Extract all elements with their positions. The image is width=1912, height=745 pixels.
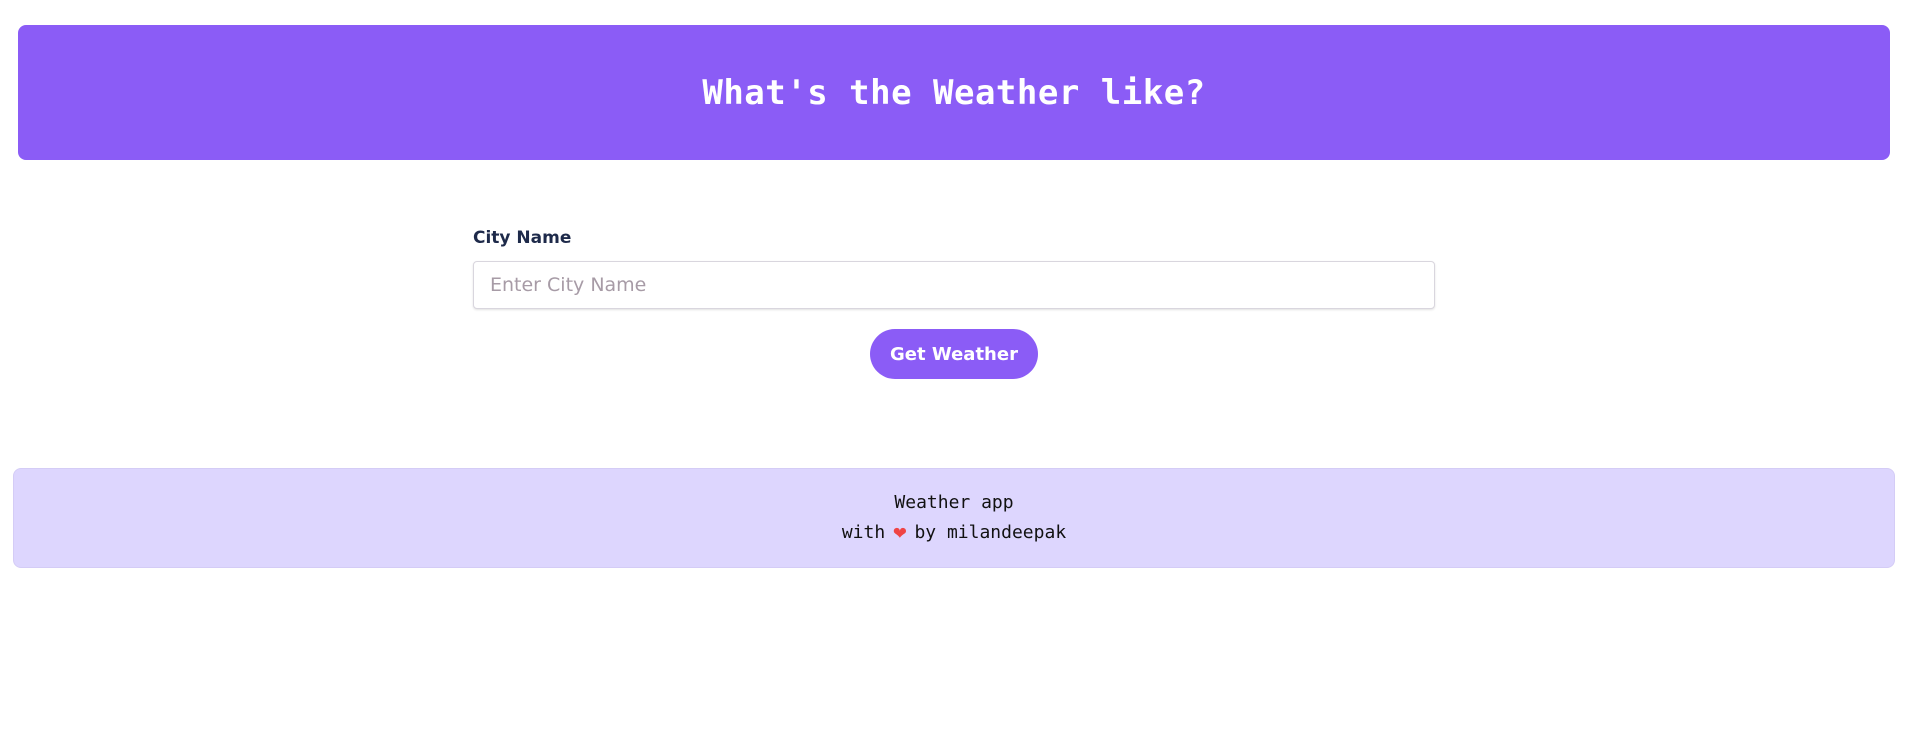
page-title: What's the Weather like? [702, 72, 1206, 113]
footer-app-name: Weather app [894, 492, 1014, 513]
button-row: Get Weather [473, 329, 1435, 379]
get-weather-button[interactable]: Get Weather [870, 329, 1038, 379]
city-name-input[interactable] [473, 261, 1435, 309]
footer-credit: with ❤ by milandeepak [842, 518, 1066, 548]
footer-credit-suffix: by milandeepak [914, 522, 1067, 543]
city-form: City Name Get Weather [473, 225, 1435, 379]
heart-icon: ❤ [893, 520, 907, 545]
page: What's the Weather like? City Name Get W… [0, 0, 1912, 745]
footer: Weather app with ❤ by milandeepak [13, 468, 1895, 568]
city-name-label: City Name [473, 228, 572, 248]
header-banner: What's the Weather like? [18, 25, 1890, 160]
footer-credit-prefix: with [841, 522, 886, 543]
